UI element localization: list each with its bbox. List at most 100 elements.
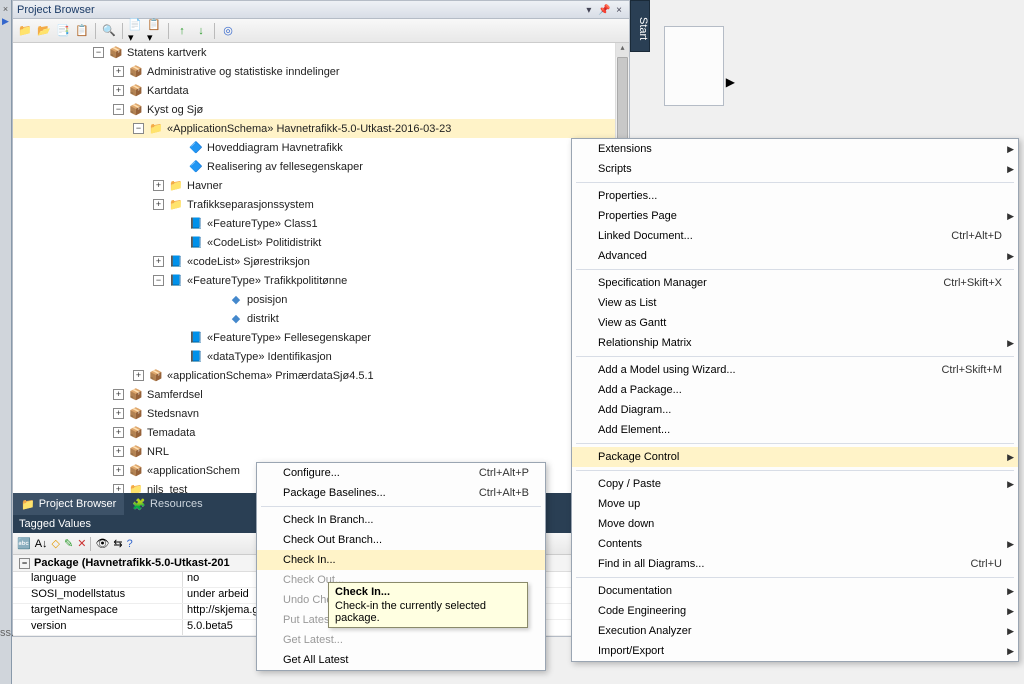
tree-row[interactable]: +📦Kartdata — [13, 81, 629, 100]
expand-icon[interactable]: + — [153, 256, 164, 267]
tree-row[interactable]: +📦Temadata — [13, 423, 629, 442]
menu-item[interactable]: Add Element... — [572, 420, 1018, 440]
tree-row[interactable]: +📦Samferdsel — [13, 385, 629, 404]
menu-item[interactable]: Find in all Diagrams...Ctrl+U — [572, 554, 1018, 574]
expand-icon[interactable]: + — [113, 465, 124, 476]
menu-item[interactable]: View as Gantt — [572, 313, 1018, 333]
menu-item[interactable]: Import/Export▶ — [572, 641, 1018, 661]
tree-row[interactable]: 🔷Realisering av fellesegenskaper — [13, 157, 629, 176]
collapse-icon[interactable]: − — [153, 275, 164, 286]
close-icon[interactable]: × — [613, 5, 625, 16]
tree-row[interactable]: −📘«FeatureType» Trafikkpolititønne — [13, 271, 629, 290]
project-tree[interactable]: −📦Statens kartverk+📦Administrative og st… — [13, 43, 629, 493]
new-doc-icon[interactable]: 📄▾ — [128, 23, 144, 39]
panel-menu-icon[interactable]: ▾ — [583, 5, 595, 16]
tree-row[interactable]: 📘«dataType» Identifikasjon — [13, 347, 629, 366]
collapse-icon[interactable]: − — [93, 47, 104, 58]
tree-row[interactable]: +📦NRL — [13, 442, 629, 461]
expand-icon[interactable]: + — [113, 484, 124, 493]
menu-item[interactable]: Properties Page▶ — [572, 206, 1018, 226]
tree-row[interactable]: 📘«FeatureType» Class1 — [13, 214, 629, 233]
expand-icon[interactable]: + — [113, 446, 124, 457]
hierarchy-icon[interactable]: ⇆ — [113, 537, 122, 550]
menu-item[interactable]: Relationship Matrix▶ — [572, 333, 1018, 353]
open-folder-icon[interactable]: 📂 — [36, 23, 52, 39]
edit-icon[interactable]: ✎ — [64, 537, 73, 550]
menu-item[interactable]: Add a Model using Wizard...Ctrl+Skift+M — [572, 360, 1018, 380]
tree-row[interactable]: +📁Havner — [13, 176, 629, 195]
menu-item[interactable]: Code Engineering▶ — [572, 601, 1018, 621]
tree-row[interactable]: −📦Statens kartverk — [13, 43, 629, 62]
menu-item[interactable]: Package Control▶ — [572, 447, 1018, 467]
tag-icon[interactable]: ◇ — [52, 537, 60, 550]
show-icon[interactable]: 👁 — [95, 537, 109, 550]
menu-item[interactable]: Execution Analyzer▶ — [572, 621, 1018, 641]
menu-label: Execution Analyzer — [598, 625, 692, 637]
tree-row[interactable]: 📘«CodeList» Politidistrikt — [13, 233, 629, 252]
expand-icon[interactable]: + — [113, 427, 124, 438]
tree-row[interactable]: +📦Stedsnavn — [13, 404, 629, 423]
tree-row[interactable]: 🔷Hoveddiagram Havnetrafikk — [13, 138, 629, 157]
new-model-icon[interactable]: 📁 — [17, 23, 33, 39]
start-tab[interactable]: Start — [630, 0, 650, 52]
move-up-icon[interactable]: ↑ — [174, 23, 190, 39]
sort2-icon[interactable]: A↓ — [35, 538, 48, 550]
paste-icon[interactable]: 📋▾ — [147, 23, 163, 39]
tree-row[interactable]: +📘«codeList» Sjørestriksjon — [13, 252, 629, 271]
menu-item[interactable]: Linked Document...Ctrl+Alt+D — [572, 226, 1018, 246]
menu-item[interactable]: Scripts▶ — [572, 159, 1018, 179]
move-down-icon[interactable]: ↓ — [193, 23, 209, 39]
expand-icon[interactable]: + — [113, 66, 124, 77]
collapse-icon[interactable]: − — [19, 558, 30, 569]
menu-item[interactable]: Check In... — [257, 550, 545, 570]
menu-item[interactable]: Add Diagram... — [572, 400, 1018, 420]
expand-icon[interactable]: + — [153, 199, 164, 210]
menu-item[interactable]: Move down — [572, 514, 1018, 534]
scroll-up-icon[interactable]: ▴ — [616, 43, 629, 57]
packages-icon[interactable]: 📑 — [55, 23, 71, 39]
menu-item[interactable]: Advanced▶ — [572, 246, 1018, 266]
menu-item[interactable]: View as List — [572, 293, 1018, 313]
search-icon[interactable]: 🔍 — [101, 23, 117, 39]
menu-item[interactable]: Get All Latest — [257, 650, 545, 670]
expand-icon[interactable]: + — [153, 180, 164, 191]
sort-icon[interactable]: 🔤 — [17, 537, 31, 550]
menu-item[interactable]: Configure...Ctrl+Alt+P — [257, 463, 545, 483]
help-icon[interactable]: ? — [127, 538, 133, 550]
menu-item[interactable]: Check Out Branch... — [257, 530, 545, 550]
tree-row[interactable]: −📦Kyst og Sjø — [13, 100, 629, 119]
menu-item[interactable]: Extensions▶ — [572, 139, 1018, 159]
menu-item[interactable]: Check In Branch... — [257, 510, 545, 530]
collapse-icon[interactable]: − — [113, 104, 124, 115]
tree-row[interactable]: +📦«applicationSchema» PrimærdataSjø4.5.1 — [13, 366, 629, 385]
collapsed-side-strip[interactable]: × ▶ — [0, 0, 12, 684]
tree-row[interactable]: ◆distrikt — [13, 309, 629, 328]
pin-icon[interactable]: 📌 — [598, 5, 610, 16]
collapse-icon[interactable]: − — [133, 123, 144, 134]
expand-icon[interactable]: + — [113, 85, 124, 96]
tab-resources[interactable]: 🧩 Resources — [124, 493, 210, 515]
tree-label: Kartdata — [147, 85, 189, 97]
menu-item[interactable]: Documentation▶ — [572, 581, 1018, 601]
expand-icon[interactable]: + — [113, 389, 124, 400]
copy-icon[interactable]: 📋 — [74, 23, 90, 39]
menu-item[interactable]: Move up — [572, 494, 1018, 514]
expand-icon[interactable]: + — [133, 370, 144, 381]
delete-icon[interactable]: ✕ — [77, 537, 86, 550]
menu-item[interactable]: Add a Package... — [572, 380, 1018, 400]
tree-row[interactable]: +📁Trafikkseparasjonssystem — [13, 195, 629, 214]
menu-item[interactable]: Specification ManagerCtrl+Skift+X — [572, 273, 1018, 293]
menu-item[interactable]: Contents▶ — [572, 534, 1018, 554]
tree-row[interactable]: 📘«FeatureType» Fellesegenskaper — [13, 328, 629, 347]
menu-item[interactable]: Package Baselines...Ctrl+Alt+B — [257, 483, 545, 503]
tree-row[interactable]: +📦Administrative og statistiske inndelin… — [13, 62, 629, 81]
menu-item[interactable]: Copy / Paste▶ — [572, 474, 1018, 494]
tree-row[interactable]: ◆posisjon — [13, 290, 629, 309]
close-icon[interactable]: × — [0, 0, 11, 14]
tree-row[interactable]: −📁«ApplicationSchema» Havnetrafikk-5.0-U… — [13, 119, 629, 138]
menu-item[interactable]: Properties... — [572, 186, 1018, 206]
tab-project-browser[interactable]: 📁 Project Browser — [13, 493, 124, 515]
target-icon[interactable]: ◎ — [220, 23, 236, 39]
expand-icon[interactable]: + — [113, 408, 124, 419]
chevron-right-icon[interactable]: ▶ — [0, 14, 11, 27]
